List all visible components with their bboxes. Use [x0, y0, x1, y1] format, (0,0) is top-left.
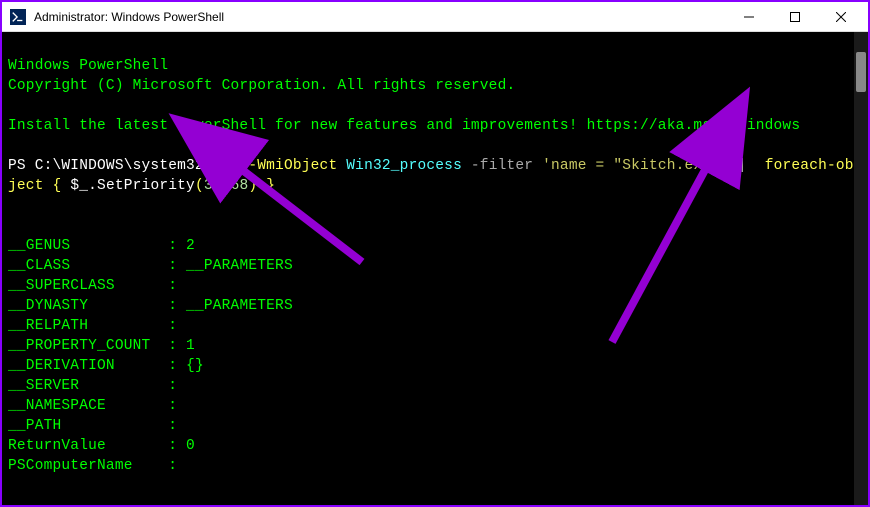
cmd-foreach-a: foreach-ob — [765, 158, 854, 174]
cmd-filter-open: 'name = " — [542, 158, 622, 174]
header-line-2: Copyright (C) Microsoft Corporation. All… — [8, 78, 515, 94]
window-controls — [726, 3, 864, 31]
header-line-1: Windows PowerShell — [8, 58, 168, 74]
cmd-paren-close: ) — [248, 178, 257, 194]
maximize-button[interactable] — [772, 3, 818, 31]
cmd-getwmi: Get-WmiObject — [222, 158, 338, 174]
window-title: Administrator: Windows PowerShell — [34, 10, 726, 24]
prompt: PS C:\WINDOWS\system32> — [8, 158, 213, 174]
cmd-filter-close: "' — [711, 158, 729, 174]
minimize-button[interactable] — [726, 3, 772, 31]
cmd-brace-open: { — [44, 178, 71, 194]
cmd-class: Win32_process — [346, 158, 462, 174]
close-button[interactable] — [818, 3, 864, 31]
cmd-method: .SetPriority — [88, 178, 195, 194]
cmd-filter-target: Skitch.exe — [622, 158, 711, 174]
cmd-dollar: $_ — [70, 178, 88, 194]
cmd-priority: 32768 — [204, 178, 249, 194]
terminal[interactable]: Windows PowerShell Copyright (C) Microso… — [2, 32, 868, 505]
cmd-brace-close: } — [257, 178, 275, 194]
scrollbar-thumb[interactable] — [856, 52, 866, 92]
cmd-paren-open: ( — [195, 178, 204, 194]
install-message: Install the latest PowerShell for new fe… — [8, 118, 800, 134]
powershell-window: Administrator: Windows PowerShell Window… — [2, 2, 868, 505]
titlebar[interactable]: Administrator: Windows PowerShell — [2, 2, 868, 32]
cmd-pipe: | — [729, 158, 756, 174]
scrollbar[interactable] — [854, 32, 868, 505]
cmd-filter-flag: -filter — [471, 158, 533, 174]
cmd-foreach-b: ject — [8, 178, 44, 194]
powershell-icon — [10, 9, 26, 25]
output-table: __GENUS : 2 __CLASS : __PARAMETERS __SUP… — [8, 236, 862, 476]
